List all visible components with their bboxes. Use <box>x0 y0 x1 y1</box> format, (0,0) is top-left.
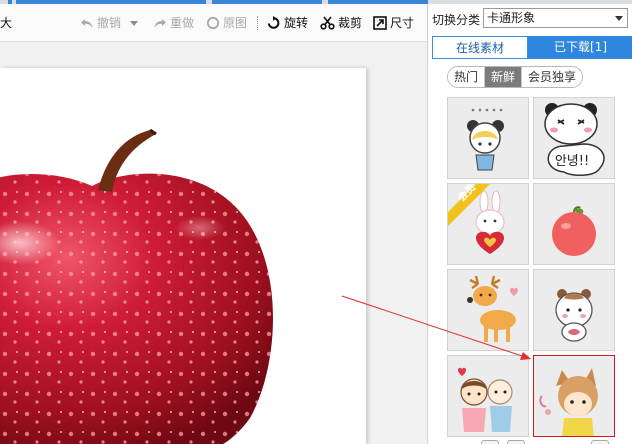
crop-label: 裁剪 <box>338 16 363 30</box>
original-label: 原图 <box>223 16 248 30</box>
material-panel: 切换分类 卡通形象 在线素材 已下载[1] 热门 新鲜 会员独享 안녕!! 会员 <box>427 4 632 444</box>
scroll-hint-left[interactable] <box>481 440 499 444</box>
dropdown-arrow-icon <box>130 21 138 26</box>
category-select[interactable]: 卡通形象 <box>483 8 628 28</box>
resize-icon <box>373 16 387 30</box>
scroll-hint-right[interactable] <box>507 440 525 444</box>
filter-fresh[interactable]: 新鲜 <box>485 67 523 87</box>
speech-bubble-text: 안녕!! <box>555 154 589 169</box>
sticker-panda-speech[interactable]: 안녕!! <box>533 97 615 179</box>
category-label: 切换分类 <box>432 13 481 27</box>
rotate-button[interactable]: 旋转 <box>266 15 308 31</box>
category-value: 卡通形象 <box>487 11 536 25</box>
toolbar-divider <box>257 16 258 30</box>
undo-history-dropdown[interactable] <box>129 15 142 31</box>
undo-label: 撤销 <box>97 16 122 30</box>
filter-vip[interactable]: 会员独享 <box>522 67 583 87</box>
resize-button[interactable]: 尺寸 <box>373 15 414 31</box>
sticker-reindeer[interactable] <box>447 269 529 351</box>
original-image-button[interactable]: 原图 <box>206 15 247 31</box>
redo-label: 重做 <box>170 16 195 30</box>
sticker-couple-kids[interactable] <box>447 355 529 437</box>
sticker-red-apple[interactable] <box>533 183 615 265</box>
redo-icon <box>154 19 166 28</box>
rotate-icon <box>267 16 280 29</box>
filter-hot[interactable]: 热门 <box>448 67 486 87</box>
original-icon <box>206 16 220 30</box>
editor-toolbar: 大 撤销 重做 原图 旋转 裁剪 尺寸 <box>0 4 427 42</box>
sticker-bunny-heart[interactable]: 会员 <box>447 183 529 265</box>
rotate-label: 旋转 <box>284 16 309 30</box>
undo-icon <box>81 19 93 28</box>
chevron-down-icon <box>615 16 623 21</box>
apple-image <box>0 128 273 444</box>
zoom-label-fragment: 大 <box>0 16 13 30</box>
size-label: 尺寸 <box>390 16 415 30</box>
tab-downloaded[interactable]: 已下载[1] <box>528 36 632 58</box>
canvas-area[interactable] <box>0 42 427 444</box>
undo-button[interactable]: 撤销 <box>80 15 121 31</box>
tab-underline <box>432 58 632 59</box>
scroll-hint-next[interactable] <box>591 440 609 444</box>
material-tabs: 在线素材 已下载[1] <box>432 36 632 58</box>
sticker-cat-hood-girl[interactable] <box>533 355 615 437</box>
redo-button[interactable]: 重做 <box>153 15 194 31</box>
sticker-hamster[interactable] <box>533 269 615 351</box>
tab-online-materials[interactable]: 在线素材 <box>432 36 528 58</box>
crop-button[interactable]: 裁剪 <box>320 15 362 31</box>
sticker-panda-hood-kid[interactable] <box>447 97 529 179</box>
apple-photo[interactable] <box>0 68 366 444</box>
filter-segmented-control: 热门 新鲜 会员独享 <box>447 66 584 88</box>
crop-icon <box>320 16 335 30</box>
